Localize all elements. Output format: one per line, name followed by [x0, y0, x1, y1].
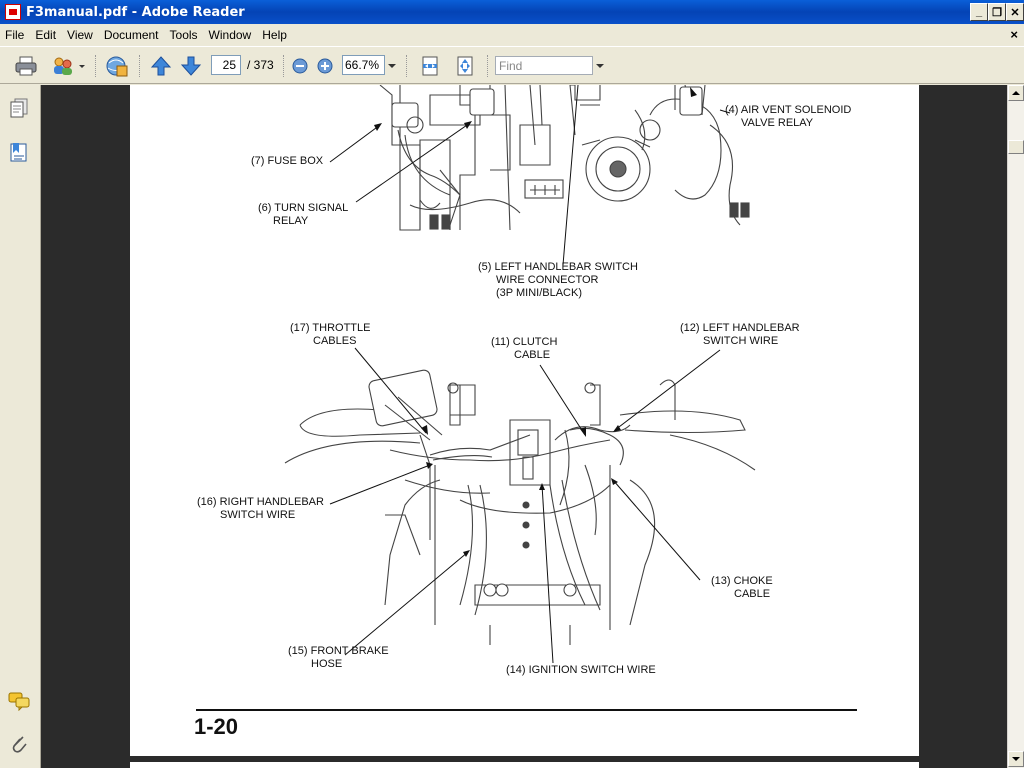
pages-icon	[10, 98, 28, 118]
save-copy-button[interactable]	[101, 53, 131, 79]
zoom-level-field[interactable]: 66.7%	[342, 55, 385, 75]
window-title: F3manual.pdf - Adobe Reader	[26, 4, 245, 20]
next-pdf-page-edge	[130, 762, 919, 768]
label-turn-signal-line2: RELAY	[273, 215, 309, 227]
toolbar-separator	[406, 55, 407, 77]
scroll-thumb[interactable]	[1008, 140, 1024, 154]
label-left-switch-conn-line2: WIRE CONNECTOR	[496, 274, 599, 286]
label-clutch-line2: CABLE	[514, 349, 550, 361]
label-clutch-line1: (11) CLUTCH	[491, 336, 557, 348]
label-throttle-line1: (17) THROTTLE	[290, 322, 370, 334]
handlebar-illustration	[284, 369, 756, 645]
fit-page-icon	[457, 56, 473, 76]
bookmarks-panel-button[interactable]	[8, 141, 30, 166]
toolbar-separator	[283, 55, 284, 77]
menu-file[interactable]: File	[0, 28, 30, 42]
vertical-scrollbar[interactable]	[1007, 85, 1024, 768]
previous-page-button[interactable]	[148, 53, 174, 79]
wiring-diagram: (4) AIR VENT SOLENOID VALVE RELAY (7) FU…	[194, 85, 857, 739]
title-bar: F3manual.pdf - Adobe Reader _ ❐ ✕	[0, 0, 1024, 24]
chevron-down-icon	[388, 64, 396, 68]
page-number-input[interactable]: 25	[211, 55, 241, 75]
menu-help[interactable]: Help	[257, 28, 293, 42]
scroll-up-button[interactable]	[1008, 85, 1024, 101]
toolbar-separator	[139, 55, 140, 77]
adobe-reader-icon	[5, 4, 21, 20]
menu-bar: File Edit View Document Tools Window Hel…	[0, 24, 1024, 46]
menu-view[interactable]: View	[62, 28, 99, 42]
find-options-button[interactable]	[594, 53, 606, 79]
label-right-switch-wire-line1: (16) RIGHT HANDLEBAR	[197, 496, 324, 508]
zoom-in-button[interactable]	[315, 53, 335, 79]
label-brake-hose-line1: (15) FRONT BRAKE	[288, 645, 389, 657]
people-share-icon	[54, 57, 85, 75]
label-turn-signal-line1: (6) TURN SIGNAL	[258, 202, 348, 214]
next-page-button[interactable]	[178, 53, 204, 79]
close-button[interactable]: ✕	[1006, 3, 1024, 21]
label-choke-line1: (13) CHOKE	[711, 575, 773, 587]
pages-panel-button[interactable]	[8, 97, 30, 122]
arrow-down-small-icon	[1012, 757, 1020, 761]
comment-bubble-icon	[8, 692, 30, 712]
label-brake-hose-line2: HOSE	[311, 658, 342, 670]
label-fuse-box: (7) FUSE BOX	[251, 155, 324, 167]
chevron-down-icon	[596, 64, 604, 68]
menu-edit[interactable]: Edit	[30, 28, 62, 42]
arrow-up-icon	[150, 56, 172, 76]
label-throttle-line2: CABLES	[313, 335, 356, 347]
page-count: / 373	[247, 58, 274, 72]
restore-button[interactable]: ❐	[988, 3, 1006, 21]
find-input[interactable]: Find	[495, 56, 593, 75]
zoom-out-icon	[292, 58, 308, 74]
share-tools-button[interactable]	[48, 53, 88, 79]
paperclip-icon	[12, 736, 27, 753]
zoom-out-button[interactable]	[290, 53, 310, 79]
zoom-in-icon	[317, 58, 333, 74]
toolbar-separator	[487, 55, 488, 77]
arrow-up-small-icon	[1012, 91, 1020, 95]
bookmark-icon	[10, 143, 27, 162]
label-air-vent-relay-line2: VALVE RELAY	[741, 117, 814, 129]
label-left-switch-conn-line1: (5) LEFT HANDLEBAR SWITCH	[478, 261, 638, 273]
zoom-dropdown-button[interactable]	[386, 53, 398, 79]
label-choke-line2: CABLE	[734, 588, 770, 600]
label-left-switch-wire-line1: (12) LEFT HANDLEBAR	[680, 322, 800, 334]
engine-harness-illustration	[379, 85, 750, 231]
label-ignition-wire: (14) IGNITION SWITCH WIRE	[506, 664, 656, 676]
navigation-pane	[0, 85, 41, 768]
printer-icon	[15, 56, 37, 76]
toolbar: 25 / 373 66.7% Find	[0, 46, 1024, 84]
document-view[interactable]: (4) AIR VENT SOLENOID VALVE RELAY (7) FU…	[41, 85, 1007, 768]
toolbar-separator	[95, 55, 96, 77]
scroll-down-button[interactable]	[1008, 751, 1024, 767]
minimize-button[interactable]: _	[970, 3, 988, 21]
fit-page-button[interactable]	[452, 53, 478, 79]
arrow-down-icon	[180, 56, 202, 76]
label-left-switch-wire-line2: SWITCH WIRE	[703, 335, 778, 347]
menu-document[interactable]: Document	[99, 28, 165, 42]
pdf-page: (4) AIR VENT SOLENOID VALVE RELAY (7) FU…	[130, 85, 919, 756]
comments-panel-button[interactable]	[7, 691, 31, 714]
menu-tools[interactable]: Tools	[165, 28, 204, 42]
globe-disk-icon	[106, 56, 128, 77]
menu-window[interactable]: Window	[204, 28, 258, 42]
label-right-switch-wire-line2: SWITCH WIRE	[220, 509, 295, 521]
page-number: 1-20	[194, 714, 238, 739]
attachments-panel-button[interactable]	[9, 732, 29, 757]
label-left-switch-conn-line3: (3P MINI/BLACK)	[496, 287, 582, 299]
print-button[interactable]	[12, 53, 40, 79]
close-document-button[interactable]: ×	[1010, 27, 1018, 42]
label-air-vent-relay-line1: (4) AIR VENT SOLENOID	[725, 104, 851, 116]
leader-lines-top	[329, 85, 731, 266]
fit-width-icon	[422, 56, 438, 76]
fit-width-button[interactable]	[417, 53, 443, 79]
